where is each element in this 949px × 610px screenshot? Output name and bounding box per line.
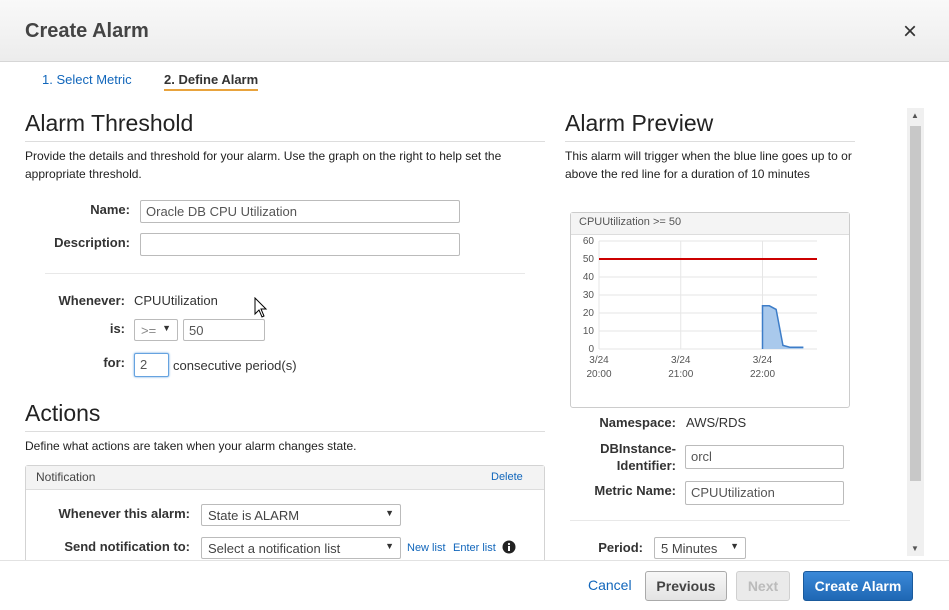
- chart-title: CPUUtilization >= 50: [571, 213, 849, 235]
- period-value: 5 Minutes: [661, 541, 718, 556]
- divider: [25, 141, 545, 142]
- x-tick-label: 3/24: [589, 355, 609, 366]
- threshold-description: Provide the details and threshold for yo…: [25, 149, 502, 181]
- x-tick-label: 20:00: [586, 369, 611, 380]
- alarm-preview-heading: Alarm Preview: [565, 110, 714, 136]
- metric-name-label: Metric Name:: [594, 483, 676, 498]
- actions-heading: Actions: [25, 400, 101, 426]
- chevron-down-icon: ▼: [730, 541, 739, 551]
- notification-title: Notification: [36, 470, 96, 484]
- dbinstance-field[interactable]: orcl: [685, 445, 844, 469]
- dbinstance-label-line1: DBInstance-: [600, 441, 676, 456]
- notification-list-value: Select a notification list: [208, 541, 341, 556]
- close-icon[interactable]: ×: [903, 20, 917, 44]
- send-notification-label: Send notification to:: [64, 539, 190, 554]
- name-label: Name:: [90, 202, 130, 217]
- whenever-alarm-label: Whenever this alarm:: [58, 506, 191, 521]
- alarm-state-value: State is ALARM: [208, 508, 300, 523]
- info-icon[interactable]: [502, 540, 516, 554]
- chevron-down-icon: ▼: [385, 508, 394, 518]
- dbinstance-label-line2: Identifier:: [616, 458, 676, 473]
- for-label: for:: [103, 355, 125, 370]
- alarm-preview-chart: CPUUtilization >= 50 0 10 20 30 40 50 60 3/24 20…: [570, 212, 850, 408]
- chart-plot: 0 10 20 30 40 50 60 3/24 20:00 3/24 21:00 3/24 22:00: [583, 236, 817, 380]
- y-tick-label: 50: [583, 254, 595, 265]
- dialog-footer: Cancel Previous Next Create Alarm: [0, 560, 949, 610]
- namespace-value: AWS/RDS: [686, 415, 747, 430]
- y-tick-label: 20: [583, 308, 595, 319]
- scroll-up-icon[interactable]: ▲: [911, 111, 919, 120]
- alarm-threshold-heading: Alarm Threshold: [25, 110, 194, 136]
- x-tick-label: 3/24: [753, 355, 773, 366]
- periods-suffix: consecutive period(s): [173, 358, 297, 373]
- operator-select[interactable]: >= ▼: [134, 319, 178, 341]
- next-button[interactable]: Next: [736, 571, 790, 601]
- step-select-metric[interactable]: 1. Select Metric: [42, 72, 132, 87]
- delete-link[interactable]: Delete: [491, 471, 523, 483]
- description-label: Description:: [54, 235, 130, 250]
- x-tick-label: 21:00: [668, 369, 693, 380]
- whenever-label: Whenever:: [58, 293, 125, 308]
- divider: [570, 520, 850, 521]
- y-tick-label: 40: [583, 272, 595, 283]
- step-define-alarm[interactable]: 2. Define Alarm: [164, 72, 259, 91]
- periods-field[interactable]: 2: [134, 353, 169, 377]
- alarm-description-field[interactable]: [140, 233, 460, 256]
- metric-name-value: CPUUtilization: [134, 293, 218, 308]
- cancel-link[interactable]: Cancel: [588, 577, 632, 593]
- create-alarm-button[interactable]: Create Alarm: [803, 571, 913, 601]
- operator-value: >=: [141, 323, 157, 338]
- y-tick-label: 10: [583, 326, 595, 337]
- is-label: is:: [109, 321, 125, 336]
- scroll-down-icon[interactable]: ▼: [911, 544, 919, 553]
- threshold-value-field[interactable]: 50: [183, 319, 265, 341]
- new-list-link[interactable]: New list: [407, 542, 446, 554]
- y-tick-label: 30: [583, 290, 595, 301]
- preview-description: This alarm will trigger when the blue li…: [565, 149, 852, 181]
- dialog-header: Create Alarm ×: [0, 0, 949, 62]
- y-tick-label: 60: [583, 236, 595, 247]
- actions-description: Define what actions are taken when your …: [25, 439, 357, 453]
- x-tick-label: 22:00: [750, 369, 775, 380]
- alarm-state-select[interactable]: State is ALARM ▼: [201, 504, 401, 526]
- chevron-down-icon: ▼: [385, 541, 394, 551]
- divider: [25, 431, 545, 432]
- chevron-down-icon: ▼: [162, 323, 171, 333]
- x-tick-label: 3/24: [671, 355, 691, 366]
- y-tick-label: 0: [588, 344, 594, 355]
- notification-list-select[interactable]: Select a notification list ▼: [201, 537, 401, 559]
- scrollbar-thumb[interactable]: [910, 126, 921, 481]
- namespace-label: Namespace:: [599, 415, 676, 430]
- metric-name-field[interactable]: CPUUtilization: [685, 481, 844, 505]
- period-select[interactable]: 5 Minutes ▼: [654, 537, 746, 559]
- previous-button[interactable]: Previous: [645, 571, 727, 601]
- notification-header: Notification Delete: [26, 466, 544, 490]
- divider: [565, 141, 855, 142]
- vertical-scrollbar[interactable]: ▲ ▼: [907, 108, 924, 556]
- dialog-title: Create Alarm: [25, 20, 149, 42]
- mouse-cursor-icon: [254, 297, 268, 318]
- alarm-name-field[interactable]: Oracle DB CPU Utilization: [140, 200, 460, 223]
- period-label: Period:: [598, 540, 643, 555]
- divider: [45, 273, 525, 274]
- enter-list-link[interactable]: Enter list: [453, 542, 496, 554]
